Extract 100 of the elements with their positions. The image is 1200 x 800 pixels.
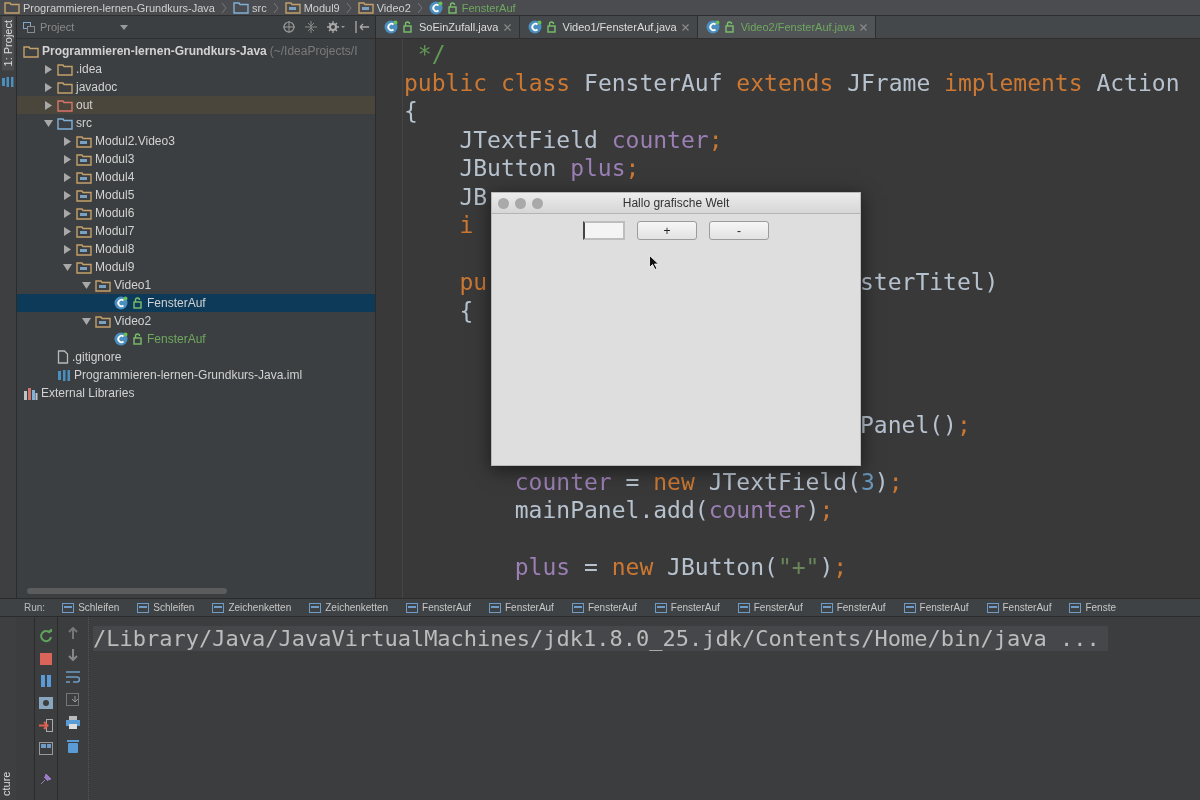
close-icon[interactable] [859, 23, 867, 31]
gear-icon[interactable] [327, 21, 345, 33]
project-icon [4, 1, 20, 14]
tree-label: Modul5 [95, 188, 135, 202]
tree-item[interactable]: Modul9 [17, 258, 375, 276]
code-line: Panel(); [860, 410, 971, 439]
project-side-tab[interactable]: 1: Project [2, 16, 14, 71]
run-tab[interactable]: FensterAuf [562, 602, 646, 613]
code-line: pu [458, 268, 488, 297]
code-line: JB [458, 182, 488, 211]
tree-item[interactable]: Modul8 [17, 240, 375, 258]
tree-item[interactable]: javadoc [17, 78, 375, 96]
code-line: { [404, 97, 418, 126]
project-path: (~/IdeaProjects/I [269, 44, 358, 58]
run-tab[interactable]: FensterAuf [645, 602, 729, 613]
scrollbar[interactable] [27, 588, 227, 594]
window-icon [571, 602, 584, 613]
counter-field[interactable] [583, 221, 625, 240]
tree-label: Modul4 [95, 170, 135, 184]
tree-item[interactable]: out [17, 96, 375, 114]
down-arrow-icon[interactable] [68, 649, 78, 661]
tree-item[interactable]: Programmieren-lernen-Grundkurs-Java.iml [17, 366, 375, 384]
package-icon [76, 152, 92, 166]
module-icon [57, 368, 71, 382]
tree-item[interactable]: Video1 [17, 276, 375, 294]
breadcrumb[interactable]: Modul9 [284, 1, 340, 14]
window-icon [489, 602, 501, 613]
window-button[interactable]: + [637, 221, 697, 240]
code-line: counter = new JTextField(3); [513, 467, 903, 496]
window-icon [62, 602, 75, 613]
window-icon [737, 602, 750, 613]
file-icon [57, 350, 69, 364]
package-icon [76, 188, 92, 202]
tree-item[interactable]: External Libraries [17, 384, 375, 402]
project-icon [23, 44, 39, 58]
chevron-icon [345, 1, 352, 14]
trash-icon[interactable] [67, 739, 79, 753]
exit-icon[interactable] [39, 719, 53, 732]
rerun-icon[interactable] [39, 629, 53, 643]
pin-icon[interactable] [40, 773, 52, 785]
tree-item[interactable]: Modul2.Video3 [17, 132, 375, 150]
tree-label: External Libraries [41, 386, 135, 400]
tree-item[interactable]: Modul6 [17, 204, 375, 222]
module-icon[interactable] [2, 76, 14, 88]
tree-item[interactable]: Modul7 [17, 222, 375, 240]
tree-label: Video1 [114, 278, 152, 292]
tree-item[interactable]: FensterAuf [17, 294, 375, 312]
package-icon [95, 314, 111, 328]
window-icon [137, 602, 150, 613]
breadcrumb[interactable]: src [232, 1, 267, 14]
mouse-pointer-icon [649, 255, 659, 270]
code-line: */ [416, 40, 446, 69]
scroll-to-end-icon[interactable] [66, 693, 80, 706]
package-icon [76, 242, 92, 256]
run-tab[interactable]: Fenste [1060, 602, 1125, 613]
camera-icon[interactable] [39, 697, 53, 709]
expanded-arrow-icon[interactable] [43, 118, 53, 128]
close-icon[interactable] [503, 23, 511, 31]
expanded-arrow-icon[interactable] [81, 316, 91, 326]
tree-item[interactable]: Programmieren-lernen-Grundkurs-Java (~/IdeaProjects/I [17, 42, 375, 60]
window-button[interactable]: - [709, 221, 769, 240]
tree-item[interactable]: .idea [17, 60, 375, 78]
folder-icon [232, 1, 249, 14]
run-tab[interactable]: Schleifen [53, 602, 129, 613]
tree-label: Modul6 [95, 206, 135, 220]
window-icon [654, 602, 667, 613]
structure-side-tab[interactable]: cture [0, 617, 16, 800]
tree-label: Programmieren-lernen-Grundkurs-Java.iml [74, 368, 303, 382]
hide-icon[interactable] [355, 21, 369, 33]
tree-item[interactable]: Modul3 [17, 150, 375, 168]
pause-icon[interactable] [40, 675, 52, 687]
run-tab[interactable]: Zeichenketten [300, 602, 398, 613]
tree-label: FensterAuf [147, 296, 206, 310]
collapse-icon[interactable] [305, 21, 317, 33]
tree-item[interactable]: FensterAuf [17, 330, 375, 348]
print-icon[interactable] [66, 716, 80, 729]
editor-tab[interactable]: Video1/FensterAuf.java [519, 16, 698, 38]
breadcrumb[interactable]: Video2 [357, 1, 411, 14]
run-tab[interactable]: FensterAuf [728, 602, 812, 613]
target-icon[interactable] [283, 21, 295, 33]
tree-item[interactable]: Video2 [17, 312, 375, 330]
soft-wrap-icon[interactable] [66, 671, 80, 683]
tree-item[interactable]: Modul4 [17, 168, 375, 186]
run-tab[interactable]: FensterAuf [480, 602, 563, 613]
close-icon[interactable] [681, 23, 689, 31]
package-icon [284, 1, 301, 14]
run-tab[interactable]: FensterAuf [397, 602, 480, 613]
run-tab[interactable]: FensterAuf [894, 602, 978, 613]
run-tab[interactable]: FensterAuf [977, 602, 1061, 613]
class-icon [705, 20, 736, 34]
layout-icon[interactable] [39, 742, 53, 755]
run-tab[interactable]: FensterAuf [811, 602, 895, 613]
breadcrumb[interactable]: Programmieren-lernen-Grundkurs-Java [4, 1, 215, 14]
run-tab[interactable]: Zeichenketten [203, 602, 301, 613]
tree-item[interactable]: src [17, 114, 375, 132]
editor-tab[interactable]: SoEinZufall.java [376, 16, 520, 38]
run-tab[interactable]: Schleifen [128, 602, 204, 613]
tree-item[interactable]: Modul5 [17, 186, 375, 204]
up-arrow-icon[interactable] [68, 627, 78, 639]
tree-item[interactable]: .gitignore [17, 348, 375, 366]
